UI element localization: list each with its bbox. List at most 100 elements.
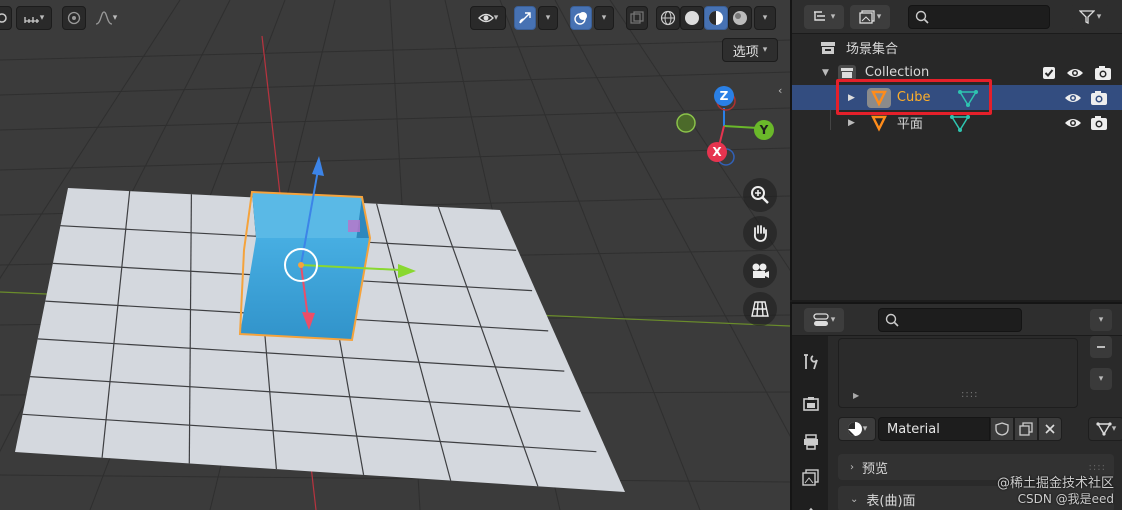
wireframe-sphere-icon xyxy=(660,10,676,26)
tab-tool[interactable] xyxy=(801,352,821,372)
editor-type-button[interactable] xyxy=(0,6,12,30)
search-icon xyxy=(885,313,899,327)
properties-search-input[interactable] xyxy=(878,308,1022,332)
shading-dropdown[interactable]: ▾ xyxy=(754,6,776,30)
chevron-down-icon: ▾ xyxy=(1111,424,1117,434)
plane-label: 平面 xyxy=(896,117,923,132)
render-camera-back-icon xyxy=(803,397,819,411)
shading-material-button[interactable] xyxy=(704,6,728,30)
chevron-down-icon: ▾ xyxy=(493,13,499,23)
overlays-dropdown[interactable]: ▾ xyxy=(594,6,614,30)
eye-icon[interactable] xyxy=(1066,66,1084,80)
image-stack-icon xyxy=(859,10,875,24)
visibility-dropdown[interactable]: ▾ xyxy=(470,6,506,30)
shading-wireframe-button[interactable] xyxy=(656,6,680,30)
expand-arrow-icon[interactable]: ▼ xyxy=(822,68,829,78)
eye-icon xyxy=(477,13,494,23)
chevron-down-icon: ▾ xyxy=(830,12,836,22)
sidebar-toggle-chevron-icon[interactable]: ‹ xyxy=(778,84,782,97)
pan-button[interactable] xyxy=(743,216,777,250)
properties-editor-type-dropdown[interactable]: ▾ xyxy=(804,308,844,332)
material-name-text: Material xyxy=(887,421,940,437)
copy-icon xyxy=(1019,422,1033,436)
unlink-material-button[interactable] xyxy=(1038,417,1062,441)
navigation-gizmo[interactable]: Z Y X xyxy=(676,86,774,166)
camera-render-icon[interactable] xyxy=(1094,65,1112,81)
tab-scene[interactable] xyxy=(801,502,821,510)
filter-icon xyxy=(1078,10,1095,24)
camera-render-icon[interactable] xyxy=(1090,115,1108,131)
chevron-right-icon: › xyxy=(850,461,854,473)
outliner-editor-type-dropdown[interactable]: ▾ xyxy=(804,5,844,29)
object-mesh-icon xyxy=(870,115,887,132)
remove-slot-button[interactable] xyxy=(1090,336,1112,358)
material-name-field[interactable]: Material xyxy=(878,417,990,441)
properties-icon xyxy=(813,313,829,326)
material-link-dropdown[interactable]: ▾ xyxy=(1088,417,1122,441)
viewport-header: ▾ ▾ ▾ ▾ ▾ ▾ xyxy=(0,0,790,36)
gizmo-icon xyxy=(519,12,531,24)
chevron-down-icon: ▾ xyxy=(762,13,768,23)
svg-text:X: X xyxy=(712,145,722,159)
snapping-dropdown[interactable]: ▾ xyxy=(16,6,52,30)
properties-panel: ▾ ▾ ▶ :::: ▾ ▾ Material ▾ › 预览:::: ⌄ 表(… xyxy=(790,302,1122,510)
checkbox-checked-icon[interactable] xyxy=(1042,66,1056,80)
wrench-screwdriver-icon xyxy=(804,354,818,370)
chevron-down-icon: ⌄ xyxy=(850,493,859,505)
browse-material-button[interactable]: ▾ xyxy=(838,417,876,441)
resize-handle-icon[interactable]: :::: xyxy=(961,389,978,400)
gizmo-dropdown[interactable]: ▾ xyxy=(538,6,558,30)
close-icon xyxy=(1045,424,1055,434)
mesh-data-icon[interactable] xyxy=(950,114,970,132)
scene-canvas[interactable]: Z Y X xyxy=(0,0,790,510)
overlays-toggle[interactable] xyxy=(570,6,592,30)
options-dropdown[interactable]: 选项 ▾ xyxy=(722,38,778,62)
material-sphere-icon xyxy=(709,11,723,25)
grid-perspective-icon xyxy=(751,301,769,317)
tree-line xyxy=(830,110,831,130)
collection-label: Collection xyxy=(864,65,930,80)
zoom-button[interactable] xyxy=(743,178,777,212)
eye-icon[interactable] xyxy=(1064,91,1082,105)
3d-viewport[interactable]: Z Y X ▾ ▾ ▾ ▾ ▾ ▾ 选项 ▾ ‹ xyxy=(0,0,790,510)
falloff-dropdown[interactable]: ▾ xyxy=(88,6,124,30)
proportional-editing-toggle[interactable] xyxy=(62,6,86,30)
camera-icon xyxy=(752,263,769,278)
xray-icon xyxy=(630,11,644,24)
zoom-icon xyxy=(751,186,769,204)
expand-arrow-icon[interactable]: ▶ xyxy=(848,118,855,128)
camera-render-icon[interactable] xyxy=(1090,90,1108,106)
watermark-juejin: @稀土掘金技术社区 xyxy=(996,476,1114,491)
preview-panel-label: 预览 xyxy=(862,461,889,477)
tab-view-layer[interactable] xyxy=(801,468,821,488)
eye-icon[interactable] xyxy=(1064,116,1082,130)
shading-solid-button[interactable] xyxy=(680,6,704,30)
gizmo-toggle[interactable] xyxy=(514,6,536,30)
svg-text:Y: Y xyxy=(759,123,769,137)
xray-toggle[interactable] xyxy=(626,6,648,30)
display-mode-dropdown[interactable]: ▾ xyxy=(850,5,890,29)
slot-specials-dropdown[interactable]: ▾ xyxy=(1090,368,1112,390)
search-icon xyxy=(915,10,929,24)
chevron-down-icon: ▾ xyxy=(762,45,768,55)
overlays-icon xyxy=(574,12,587,25)
shading-rendered-button[interactable] xyxy=(728,6,752,30)
material-slot-list[interactable]: ▶ :::: xyxy=(838,338,1078,408)
duplicate-material-button[interactable] xyxy=(1014,417,1038,441)
outliner-search-input[interactable] xyxy=(908,5,1050,29)
drag-handle-icon[interactable]: :::: xyxy=(1089,462,1106,473)
scene-collection-row[interactable]: 场景集合 xyxy=(792,35,1122,60)
projection-toggle-button[interactable] xyxy=(743,292,777,326)
chevron-down-icon: ▾ xyxy=(1096,12,1102,22)
chevron-down-icon: ▾ xyxy=(1098,374,1104,384)
properties-options-dropdown[interactable]: ▾ xyxy=(1090,309,1112,331)
tab-render[interactable] xyxy=(801,394,821,414)
tab-output[interactable] xyxy=(801,432,821,452)
filter-dropdown[interactable]: ▾ xyxy=(1070,5,1110,29)
fake-user-button[interactable] xyxy=(990,417,1014,441)
expand-arrow-icon[interactable]: ▶ xyxy=(853,391,859,400)
snap-increment-icon xyxy=(24,17,39,23)
hand-icon xyxy=(753,225,767,242)
scene-collection-icon xyxy=(821,41,835,54)
camera-view-button[interactable] xyxy=(743,254,777,288)
